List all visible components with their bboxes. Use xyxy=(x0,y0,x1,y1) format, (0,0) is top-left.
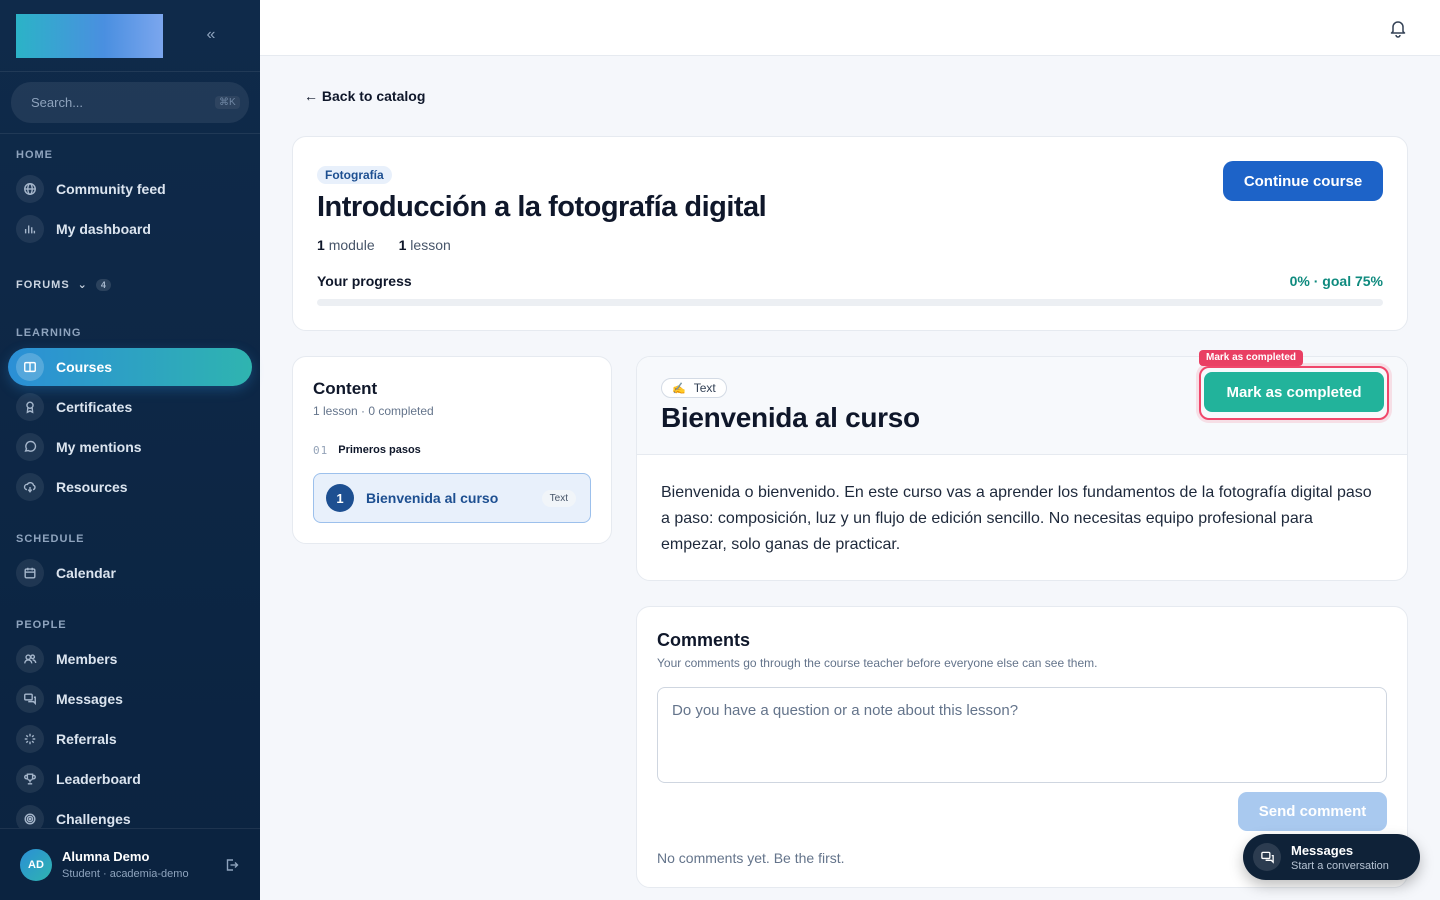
section-label-learning: LEARNING xyxy=(16,327,82,339)
writing-hand-icon: ✍️ xyxy=(672,382,686,395)
section-label-home: HOME xyxy=(16,149,53,161)
sidebar-item-label: My dashboard xyxy=(56,221,151,237)
course-meta: 1 module 1 lesson xyxy=(317,237,451,253)
progress-label: Your progress xyxy=(317,273,412,289)
sidebar-item-community-feed[interactable]: Community feed xyxy=(8,170,252,208)
module-header: 01 Primeros pasos xyxy=(313,444,421,457)
back-to-catalog-link[interactable]: ← Back to catalog xyxy=(304,88,425,104)
collapse-sidebar-icon[interactable]: « xyxy=(200,24,222,46)
messages-fab-text: Messages Start a conversation xyxy=(1291,843,1389,872)
sparkle-icon xyxy=(16,725,44,753)
sidebar-item-members[interactable]: Members xyxy=(8,640,252,678)
send-comment-button[interactable]: Send comment xyxy=(1238,792,1387,831)
sidebar-item-label: Resources xyxy=(56,479,128,495)
messages-fab-subtitle: Start a conversation xyxy=(1291,859,1389,872)
content-title: Content xyxy=(313,379,378,398)
search-shortcut: ⌘K xyxy=(215,96,240,109)
lesson-title: Bienvenida al curso xyxy=(661,402,920,433)
mark-as-completed-button[interactable]: Mark as completed xyxy=(1204,372,1384,412)
no-comments-text: No comments yet. Be the first. xyxy=(657,850,845,866)
comment-input[interactable] xyxy=(657,687,1387,783)
comments-title: Comments xyxy=(657,630,751,650)
content-panel: Content 1 lesson · 0 completed 01 Primer… xyxy=(292,356,612,544)
bar-chart-icon xyxy=(16,215,44,243)
course-header-card: Fotografía Introducción a la fotografía … xyxy=(292,136,1408,331)
lessons-count: 1 lesson xyxy=(398,237,451,253)
search-box[interactable]: ⌘K xyxy=(11,82,249,123)
forums-count-badge: 4 xyxy=(95,278,111,291)
sidebar-header: « xyxy=(0,0,260,72)
sidebar-item-label: My mentions xyxy=(56,439,142,455)
forums-toggle[interactable]: FORUMS ⌄ 4 xyxy=(16,278,111,291)
logout-icon[interactable] xyxy=(224,857,240,873)
sidebar-item-label: Certificates xyxy=(56,399,133,415)
sidebar-item-referrals[interactable]: Referrals xyxy=(8,720,252,758)
search-area: ⌘K xyxy=(0,72,260,134)
sidebar-item-my-dashboard[interactable]: My dashboard xyxy=(8,210,252,248)
sidebar-item-label: Members xyxy=(56,651,118,667)
sidebar-item-label: Leaderboard xyxy=(56,771,141,787)
messages-floating-button[interactable]: Messages Start a conversation xyxy=(1243,834,1420,880)
user-profile[interactable]: AD Alumna Demo Student · academia-demo xyxy=(0,828,260,900)
brand-logo[interactable] xyxy=(16,14,163,58)
progress-bar xyxy=(317,299,1383,306)
modules-count: 1 module xyxy=(317,237,375,253)
chat-bubble-icon xyxy=(16,433,44,461)
messages-icon xyxy=(1253,843,1281,871)
messages-icon xyxy=(16,685,44,713)
sidebar-item-certificates[interactable]: Certificates xyxy=(8,388,252,426)
mark-completed-highlight: Mark as completed xyxy=(1199,366,1389,420)
section-label-forums: FORUMS xyxy=(16,278,70,291)
sidebar-item-courses[interactable]: Courses xyxy=(8,348,252,386)
section-label-people: PEOPLE xyxy=(16,619,67,631)
comments-subtitle: Your comments go through the course teac… xyxy=(657,656,1098,670)
course-title: Introducción a la fotografía digital xyxy=(317,191,767,223)
sidebar-item-label: Community feed xyxy=(56,181,166,197)
user-info: Alumna Demo Student · academia-demo xyxy=(62,849,189,880)
trophy-icon xyxy=(16,765,44,793)
award-icon xyxy=(16,393,44,421)
sidebar-item-label: Referrals xyxy=(56,731,117,747)
sidebar-item-my-mentions[interactable]: My mentions xyxy=(8,428,252,466)
calendar-icon xyxy=(16,559,44,587)
sidebar-item-label: Messages xyxy=(56,691,123,707)
highlight-tag: Mark as completed xyxy=(1199,350,1304,366)
sidebar: « ⌘K HOME Community feed My dashboard FO… xyxy=(0,0,260,900)
top-bar xyxy=(260,0,1440,56)
sidebar-item-label: Calendar xyxy=(56,565,116,581)
chevron-down-icon: ⌄ xyxy=(77,279,88,291)
section-label-schedule: SCHEDULE xyxy=(16,533,85,545)
search-input[interactable] xyxy=(31,95,207,110)
continue-course-button[interactable]: Continue course xyxy=(1223,161,1383,201)
module-number: 01 xyxy=(313,444,329,457)
sidebar-item-messages[interactable]: Messages xyxy=(8,680,252,718)
sidebar-item-calendar[interactable]: Calendar xyxy=(8,554,252,592)
users-icon xyxy=(16,645,44,673)
cloud-download-icon xyxy=(16,473,44,501)
lesson-name: Bienvenida al curso xyxy=(366,490,499,506)
avatar: AD xyxy=(20,848,52,881)
lesson-body: Bienvenida o bienvenido. En este curso v… xyxy=(661,484,1372,553)
sidebar-item-resources[interactable]: Resources xyxy=(8,468,252,506)
lesson-type-pill: ✍️ Text xyxy=(661,378,727,398)
user-name: Alumna Demo xyxy=(62,849,150,864)
sidebar-item-label: Courses xyxy=(56,359,113,375)
lesson-number: 1 xyxy=(326,484,354,512)
content-summary: 1 lesson · 0 completed xyxy=(313,404,434,418)
bell-icon[interactable] xyxy=(1388,18,1408,38)
lesson-type-badge: Text xyxy=(541,489,576,507)
progress-value: 0% · goal 75% xyxy=(1289,273,1383,289)
user-role: Student · academia-demo xyxy=(62,868,189,880)
sidebar-item-label: Challenges xyxy=(56,811,131,827)
book-icon xyxy=(16,353,44,381)
lesson-type-label: Text xyxy=(693,381,716,395)
module-name: Primeros pasos xyxy=(338,444,421,456)
course-category-tag: Fotografía xyxy=(317,166,392,184)
sidebar-item-leaderboard[interactable]: Leaderboard xyxy=(8,760,252,798)
lesson-list-item[interactable]: 1 Bienvenida al curso Text xyxy=(313,473,591,523)
globe-icon xyxy=(16,175,44,203)
messages-fab-title: Messages xyxy=(1291,842,1354,858)
